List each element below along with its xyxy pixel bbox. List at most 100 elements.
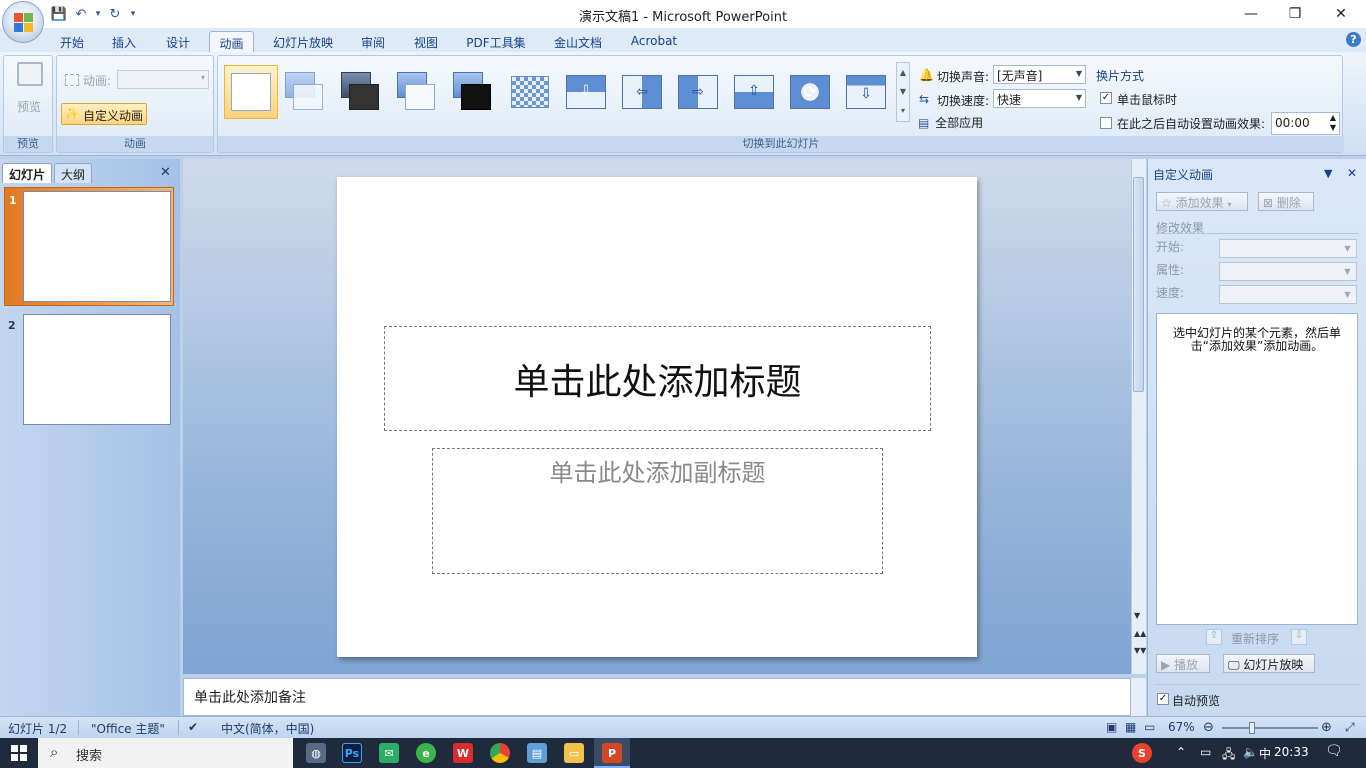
spellcheck-icon[interactable]: ✔ [188, 720, 198, 734]
transition-cut-black[interactable] [448, 69, 498, 115]
zoom-level[interactable]: 67% [1168, 720, 1195, 734]
help-icon[interactable]: ? [1346, 32, 1361, 47]
tab-pdf-tools[interactable]: PDF工具集 [460, 31, 532, 52]
next-slide-icon[interactable]: ▼▼ [1134, 646, 1146, 655]
play-button[interactable]: ▶ 播放 [1156, 654, 1210, 673]
wps-icon[interactable]: W [453, 743, 473, 763]
notification-icon[interactable]: 🗨 [1325, 743, 1343, 759]
prev-slide-icon[interactable]: ▲▲ [1134, 629, 1146, 638]
zoom-slider-thumb[interactable] [1249, 722, 1255, 734]
add-effect-button[interactable]: ☆ 添加效果 ▾ [1156, 192, 1248, 211]
gallery-scroll[interactable]: ▲ ▼ ▾ [896, 62, 910, 122]
close-button[interactable]: ✕ [1318, 0, 1364, 28]
restore-button[interactable]: ❐ [1272, 0, 1318, 28]
tab-slides[interactable]: 幻灯片 [2, 163, 53, 183]
spin-down-icon[interactable]: ▼ [1330, 123, 1336, 132]
tab-view[interactable]: 视图 [405, 31, 447, 52]
battery-icon[interactable]: ▭ [1200, 745, 1211, 759]
app-icon-generic[interactable]: ◍ [306, 743, 326, 763]
zoom-in-icon[interactable]: ⊕ [1321, 720, 1332, 735]
redo-icon[interactable]: ↻ [106, 5, 124, 23]
tab-outline[interactable]: 大纲 [54, 163, 93, 183]
subtitle-placeholder[interactable]: 单击此处添加副标题 [432, 448, 883, 574]
customize-qat-icon[interactable]: ▾ [128, 5, 138, 23]
zoom-slider[interactable] [1222, 722, 1318, 734]
transition-wipe-up[interactable]: ⇧ [728, 69, 778, 115]
sogou-ime-icon[interactable]: S [1132, 743, 1152, 763]
tab-home[interactable]: 开始 [52, 31, 92, 52]
start-button[interactable] [0, 738, 38, 768]
network-icon[interactable]: 🖧 [1222, 745, 1235, 766]
canvas-scrollbar[interactable]: ▼ ▲▲ ▼▼ [1131, 159, 1146, 674]
chrome-icon[interactable] [490, 743, 510, 763]
transition-wipe-down[interactable]: ⇩ [560, 69, 610, 115]
transition-dissolve[interactable] [504, 69, 554, 115]
normal-view-icon[interactable]: ▣ [1106, 720, 1117, 734]
reading-view-icon[interactable]: ▭ [1144, 720, 1155, 734]
transition-none[interactable] [224, 65, 278, 119]
sound-select[interactable]: [无声音] ▼ [993, 65, 1086, 84]
tab-design[interactable]: 设计 [158, 31, 198, 52]
scroll-thumb[interactable] [1133, 177, 1144, 392]
transition-fade-smooth[interactable] [280, 69, 330, 115]
animate-select[interactable]: ▾ [117, 70, 209, 89]
volume-icon[interactable]: 🔈 [1243, 745, 1258, 759]
taskbar-search[interactable]: ⌕ 搜索 [38, 738, 293, 768]
auto-time-spinner[interactable]: 00:00 ▲ ▼ [1271, 112, 1340, 135]
undo-dropdown-icon[interactable]: ▾ [94, 5, 102, 23]
scroll-down-icon[interactable]: ▼ [1134, 611, 1140, 620]
slideshow-button[interactable]: 🖵 幻灯片放映 [1223, 654, 1315, 673]
start-select[interactable]: ▼ [1219, 239, 1357, 258]
transition-cut[interactable] [392, 69, 442, 115]
spin-up-icon[interactable]: ▲ [1330, 113, 1336, 122]
on-click-checkbox[interactable]: ✓ [1100, 92, 1112, 104]
transition-fade-black[interactable] [336, 69, 386, 115]
preview-button[interactable]: 预览 [9, 60, 49, 116]
title-placeholder[interactable]: 单击此处添加标题 [384, 326, 931, 431]
file-explorer-icon[interactable]: ▭ [564, 743, 584, 763]
remove-button[interactable]: ⊠ 删除 [1258, 192, 1314, 211]
speed-select-pane[interactable]: ▼ [1219, 285, 1357, 304]
apply-all-button[interactable]: ▤ 全部应用 [918, 114, 983, 132]
gallery-down-icon[interactable]: ▼ [897, 82, 909, 101]
close-panel-icon[interactable]: ✕ [160, 165, 171, 180]
gallery-more-icon[interactable]: ▾ [897, 101, 909, 120]
property-select[interactable]: ▼ [1219, 262, 1357, 281]
slide-thumbnail-1[interactable]: 1 [4, 187, 174, 306]
animation-list[interactable]: 选中幻灯片的某个元素，然后单击“添加效果”添加动画。 [1156, 313, 1358, 625]
wechat-icon[interactable]: ✉ [379, 743, 399, 763]
transition-wipe-left[interactable]: ⇦ [616, 69, 666, 115]
tray-expand-icon[interactable]: ⌃ [1176, 745, 1186, 759]
minimize-button[interactable]: — [1228, 0, 1274, 28]
undo-icon[interactable]: ↶ [72, 5, 90, 23]
transition-push-down[interactable]: ⇩ [840, 69, 890, 115]
browser-360-icon[interactable]: e [416, 743, 436, 763]
tab-kingsoft-docs[interactable]: 金山文档 [545, 31, 611, 52]
fit-window-icon[interactable]: ⤢ [1345, 720, 1355, 735]
tab-slideshow[interactable]: 幻灯片放映 [264, 31, 342, 52]
photoshop-icon[interactable]: Ps [342, 743, 362, 763]
transition-wheel[interactable]: ⟳ [784, 69, 834, 115]
tab-insert[interactable]: 插入 [104, 31, 144, 52]
pane-menu-icon[interactable]: ▼ [1324, 167, 1332, 180]
notepad-icon[interactable]: ▤ [527, 743, 547, 763]
sorter-view-icon[interactable]: ▦ [1125, 720, 1136, 734]
custom-animation-button[interactable]: ✨ 自定义动画 [61, 103, 147, 125]
slide-thumbnail-2[interactable]: 2 [4, 311, 174, 430]
reorder-down-icon[interactable]: ⇩ [1291, 629, 1307, 645]
save-icon[interactable]: 💾 [50, 5, 68, 23]
gallery-up-icon[interactable]: ▲ [897, 63, 909, 82]
office-button[interactable] [2, 1, 44, 43]
notes-pane[interactable]: 单击此处添加备注 [183, 678, 1131, 716]
transition-wipe-right[interactable]: ⇨ [672, 69, 722, 115]
reorder-up-icon[interactable]: ⇧ [1206, 629, 1222, 645]
language[interactable]: 中文(简体，中国) [221, 720, 314, 737]
auto-preview-checkbox[interactable]: ✓ [1157, 693, 1169, 705]
clock[interactable]: 20:33 [1274, 745, 1309, 759]
tab-review[interactable]: 审阅 [353, 31, 393, 52]
tab-animations[interactable]: 动画 [209, 31, 254, 52]
pane-close-icon[interactable]: ✕ [1347, 166, 1357, 180]
ime-indicator[interactable]: 中 [1259, 745, 1271, 762]
notes-scrollbar[interactable] [1131, 678, 1146, 716]
slide[interactable]: 单击此处添加标题 单击此处添加副标题 [337, 177, 977, 657]
